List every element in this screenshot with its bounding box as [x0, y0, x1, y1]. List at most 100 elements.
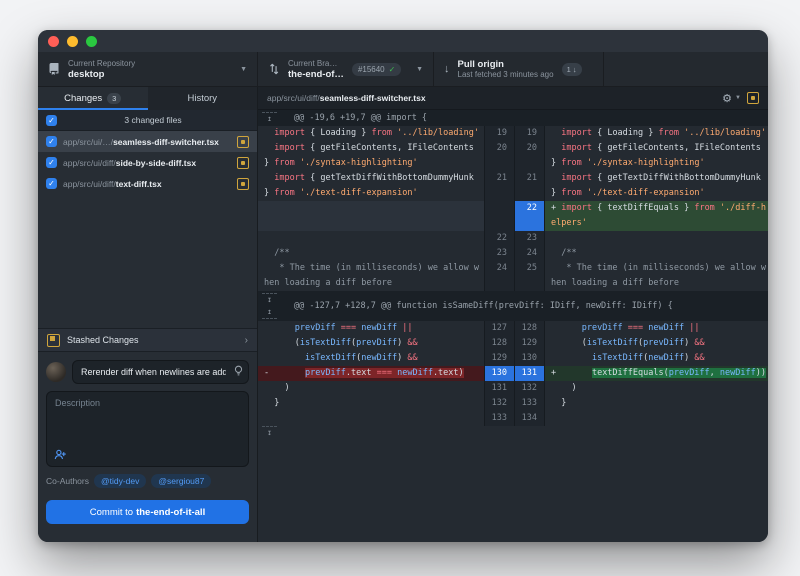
- old-line-number[interactable]: 133: [484, 411, 514, 426]
- new-line-number[interactable]: 134: [514, 411, 544, 426]
- diff-row[interactable]: import { getFileContents, IFileContents}…: [258, 141, 768, 171]
- diff-row[interactable]: prevDiff === newDiff ||127128 prevDiff =…: [258, 321, 768, 336]
- new-code-line[interactable]: /**: [544, 246, 768, 261]
- commit-summary-input[interactable]: [72, 360, 249, 384]
- select-all-checkbox[interactable]: ✓: [46, 115, 57, 126]
- new-line-number[interactable]: 132: [514, 381, 544, 396]
- new-line-number[interactable]: 133: [514, 396, 544, 411]
- old-code-line[interactable]: [258, 201, 484, 231]
- diff-row[interactable]: }132133 }: [258, 396, 768, 411]
- coauthor-pill[interactable]: @tidy-dev: [94, 474, 146, 488]
- pr-status-badge[interactable]: #15640 ✓: [352, 63, 401, 76]
- repository-switcher-button[interactable]: Current Repository desktop ▼: [38, 52, 258, 86]
- diff-row[interactable]: isTextDiff(newDiff) &&129130 isTextDiff(…: [258, 351, 768, 366]
- old-code-line[interactable]: * The time (in milliseconds) we allow wh…: [258, 261, 484, 291]
- commit-button[interactable]: Commit to the-end-of-it-all: [46, 500, 249, 524]
- add-coauthor-icon[interactable]: [54, 449, 67, 460]
- file-checkbox[interactable]: ✓: [46, 178, 57, 189]
- new-code-line[interactable]: + textDiffEquals(prevDiff, newDiff)): [544, 366, 768, 381]
- new-line-number[interactable]: 21: [514, 171, 544, 201]
- old-code-line[interactable]: (isTextDiff(prevDiff) &&: [258, 336, 484, 351]
- old-line-number[interactable]: 130: [484, 366, 514, 381]
- zoom-button[interactable]: [86, 36, 97, 47]
- minimize-button[interactable]: [67, 36, 78, 47]
- old-line-number[interactable]: 24: [484, 261, 514, 291]
- file-row[interactable]: ✓app/src/ui/diff/text-diff.tsx: [38, 173, 257, 194]
- old-code-line[interactable]: prevDiff === newDiff ||: [258, 321, 484, 336]
- new-line-number[interactable]: 129: [514, 336, 544, 351]
- old-line-number[interactable]: 23: [484, 246, 514, 261]
- file-checkbox[interactable]: ✓: [46, 157, 57, 168]
- old-code-line[interactable]: /**: [258, 246, 484, 261]
- diff-row[interactable]: * The time (in milliseconds) we allow wh…: [258, 261, 768, 291]
- new-code-line[interactable]: * The time (in milliseconds) we allow wh…: [544, 261, 768, 291]
- diff-row[interactable]: /**2324 /**: [258, 246, 768, 261]
- new-code-line[interactable]: [544, 231, 768, 246]
- new-code-line[interactable]: import { Loading } from '../lib/loading': [544, 126, 768, 141]
- new-line-number[interactable]: 128: [514, 321, 544, 336]
- file-row[interactable]: ✓app/src/ui/diff/side-by-side-diff.tsx: [38, 152, 257, 173]
- diff-row[interactable]: (isTextDiff(prevDiff) &&128129 (isTextDi…: [258, 336, 768, 351]
- diff-row[interactable]: )131132 ): [258, 381, 768, 396]
- old-line-number[interactable]: [484, 201, 514, 231]
- branch-switcher-button[interactable]: Current Bra… the-end-of… #15640 ✓ ▼: [258, 52, 434, 86]
- old-line-number[interactable]: 131: [484, 381, 514, 396]
- file-checkbox[interactable]: ✓: [46, 136, 57, 147]
- tab-changes[interactable]: Changes 3: [38, 87, 148, 110]
- new-code-line[interactable]: import { getTextDiffWithBottomDummyHunk}…: [544, 171, 768, 201]
- old-code-line[interactable]: [258, 231, 484, 246]
- new-code-line[interactable]: ): [544, 381, 768, 396]
- new-line-number[interactable]: 20: [514, 141, 544, 171]
- diff-row[interactable]: 133134: [258, 411, 768, 426]
- old-line-number[interactable]: 128: [484, 336, 514, 351]
- file-name: text-diff.tsx: [116, 179, 162, 189]
- new-line-number[interactable]: 22: [514, 201, 544, 231]
- expand-down-button[interactable]: ↧: [262, 293, 277, 306]
- new-code-line[interactable]: prevDiff === newDiff ||: [544, 321, 768, 336]
- diff-options-button[interactable]: ⚙▼: [722, 92, 741, 105]
- old-line-number[interactable]: 22: [484, 231, 514, 246]
- expand-down-button[interactable]: ↧: [262, 426, 277, 439]
- tab-history[interactable]: History: [148, 87, 258, 110]
- coauthor-pill[interactable]: @sergiou87: [151, 474, 211, 488]
- new-code-line[interactable]: import { getFileContents, IFileContents}…: [544, 141, 768, 171]
- new-code-line[interactable]: (isTextDiff(prevDiff) &&: [544, 336, 768, 351]
- new-line-number[interactable]: 23: [514, 231, 544, 246]
- expand-up-button[interactable]: ↥: [262, 112, 277, 125]
- file-row[interactable]: ✓app/src/ui/…/seamless-diff-switcher.tsx: [38, 131, 257, 152]
- new-line-number[interactable]: 131: [514, 366, 544, 381]
- new-line-number[interactable]: 24: [514, 246, 544, 261]
- old-line-number[interactable]: 21: [484, 171, 514, 201]
- new-code-line[interactable]: [544, 411, 768, 426]
- new-line-number[interactable]: 19: [514, 126, 544, 141]
- lightbulb-icon[interactable]: [234, 365, 243, 377]
- pull-origin-button[interactable]: ↓ Pull origin Last fetched 3 minutes ago…: [434, 52, 604, 86]
- expand-up-button[interactable]: ↥: [262, 306, 277, 319]
- old-code-line[interactable]: }: [258, 396, 484, 411]
- new-line-number[interactable]: 25: [514, 261, 544, 291]
- old-code-line[interactable]: [258, 411, 484, 426]
- old-code-line[interactable]: import { Loading } from '../lib/loading': [258, 126, 484, 141]
- diff-row[interactable]: 2223: [258, 231, 768, 246]
- old-line-number[interactable]: 129: [484, 351, 514, 366]
- diff-row[interactable]: import { getTextDiffWithBottomDummyHunk}…: [258, 171, 768, 201]
- old-code-line[interactable]: isTextDiff(newDiff) &&: [258, 351, 484, 366]
- new-code-line[interactable]: }: [544, 396, 768, 411]
- commit-description-field[interactable]: Description: [46, 391, 249, 467]
- old-code-line[interactable]: ): [258, 381, 484, 396]
- new-line-number[interactable]: 130: [514, 351, 544, 366]
- old-code-line[interactable]: - prevDiff.text === newDiff.text): [258, 366, 484, 381]
- old-line-number[interactable]: 19: [484, 126, 514, 141]
- old-line-number[interactable]: 132: [484, 396, 514, 411]
- old-code-line[interactable]: import { getFileContents, IFileContents}…: [258, 141, 484, 171]
- diff-row[interactable]: 22 + import { textDiffEquals } from './d…: [258, 201, 768, 231]
- diff-row[interactable]: import { Loading } from '../lib/loading'…: [258, 126, 768, 141]
- old-line-number[interactable]: 20: [484, 141, 514, 171]
- close-button[interactable]: [48, 36, 59, 47]
- old-code-line[interactable]: import { getTextDiffWithBottomDummyHunk}…: [258, 171, 484, 201]
- diff-row[interactable]: - prevDiff.text === newDiff.text)130131+…: [258, 366, 768, 381]
- new-code-line[interactable]: + import { textDiffEquals } from './diff…: [544, 201, 768, 231]
- old-line-number[interactable]: 127: [484, 321, 514, 336]
- stashed-changes-button[interactable]: Stashed Changes ›: [38, 328, 257, 352]
- new-code-line[interactable]: isTextDiff(newDiff) &&: [544, 351, 768, 366]
